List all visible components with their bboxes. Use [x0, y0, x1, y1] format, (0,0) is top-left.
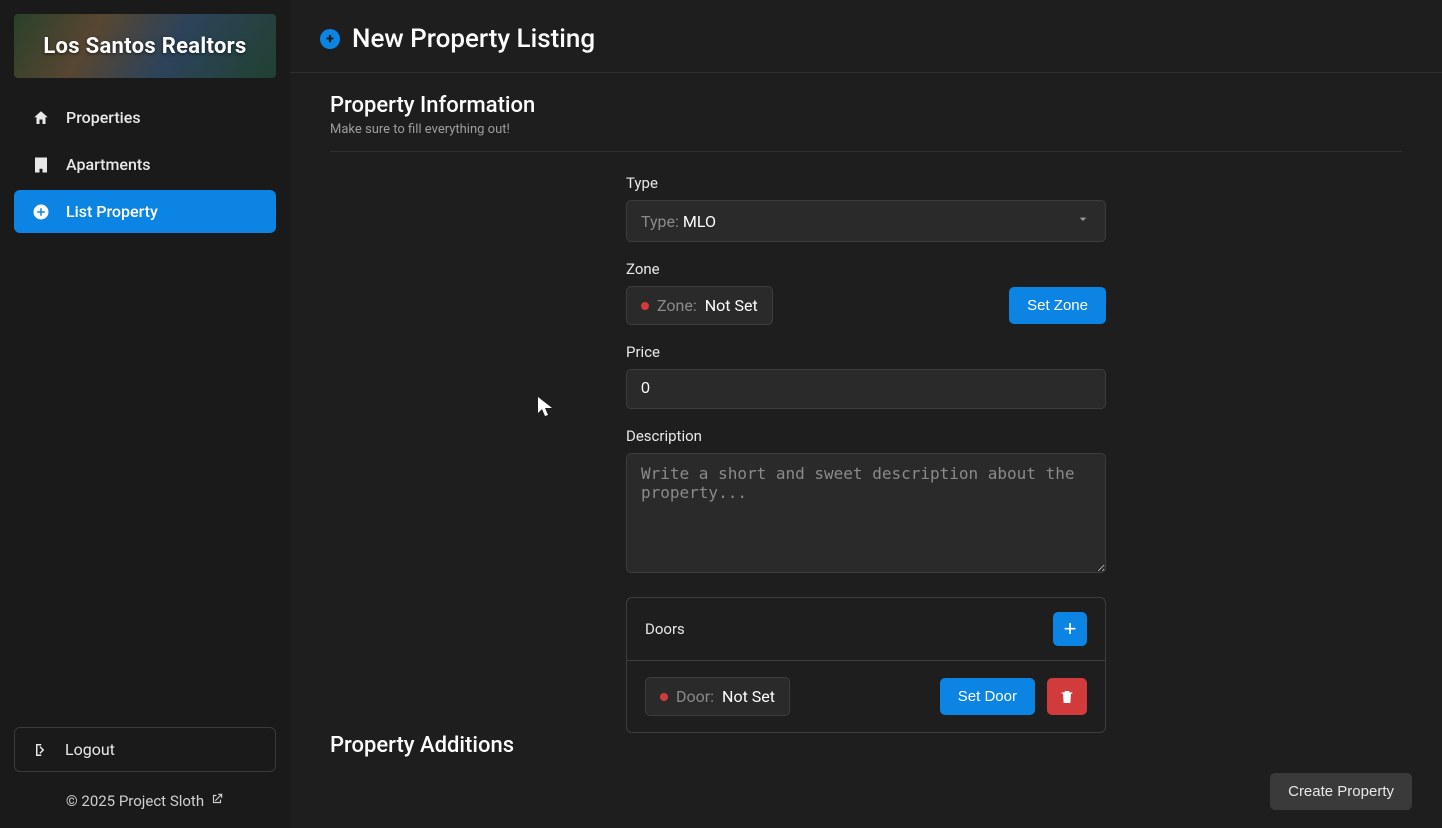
doors-header: Doors +	[627, 598, 1105, 661]
door-value: Not Set	[722, 687, 775, 706]
doors-label: Doors	[645, 620, 685, 638]
logout-icon	[33, 741, 51, 759]
sidebar: Los Santos Realtors Properties Apartment…	[0, 0, 290, 828]
zone-prefix: Zone:	[657, 296, 697, 315]
type-select[interactable]: Type: MLO	[626, 200, 1106, 242]
description-label: Description	[626, 427, 1106, 445]
nav-item-apartments[interactable]: Apartments	[14, 143, 276, 186]
create-property-button[interactable]: Create Property	[1270, 773, 1412, 810]
doors-box: Doors + Door: Not Set Set Door	[626, 597, 1106, 733]
logout-button[interactable]: Logout	[14, 727, 276, 772]
nav-label: Properties	[66, 108, 141, 127]
footer: © 2025 Project Sloth	[14, 786, 276, 814]
page-title: New Property Listing	[352, 24, 595, 54]
brand-banner: Los Santos Realtors	[14, 14, 276, 78]
section-title: Property Additions	[330, 733, 1402, 758]
main: + New Property Listing Property Informat…	[290, 0, 1442, 828]
scroll-area[interactable]: Property Information Make sure to fill e…	[290, 73, 1442, 759]
nav-item-properties[interactable]: Properties	[14, 96, 276, 139]
set-door-button[interactable]: Set Door	[940, 678, 1035, 715]
door-tag: Door: Not Set	[645, 677, 790, 716]
logout-label: Logout	[65, 740, 115, 759]
nav-label: List Property	[66, 202, 158, 221]
type-label: Type	[626, 174, 1106, 192]
section-property-info: Property Information Make sure to fill e…	[330, 93, 1402, 152]
plus-circle-icon: +	[320, 29, 340, 49]
door-prefix: Door:	[676, 687, 714, 706]
page-footer: Create Property	[290, 759, 1442, 828]
trash-icon	[1059, 689, 1075, 705]
building-icon	[32, 156, 50, 174]
section-property-additions: Property Additions The fields below are …	[330, 733, 1402, 759]
external-link-icon[interactable]	[210, 792, 224, 810]
field-description: Description	[626, 427, 1106, 577]
home-icon	[32, 109, 50, 127]
delete-door-button[interactable]	[1047, 678, 1087, 715]
nav: Properties Apartments List Property	[14, 96, 276, 233]
footer-text: © 2025 Project Sloth	[66, 792, 204, 810]
zone-value: Not Set	[705, 296, 758, 315]
section-title: Property Information	[330, 93, 1402, 118]
type-prefix: Type:	[641, 212, 679, 231]
zone-tag: Zone: Not Set	[626, 286, 773, 325]
section-subtitle: Make sure to fill everything out!	[330, 122, 1402, 137]
form: Type Type: MLO Zone Zone:	[626, 174, 1106, 733]
door-row: Door: Not Set Set Door	[627, 661, 1105, 732]
price-label: Price	[626, 343, 1106, 361]
field-zone: Zone Zone: Not Set Set Zone	[626, 260, 1106, 325]
zone-label: Zone	[626, 260, 1106, 278]
field-price: Price	[626, 343, 1106, 409]
set-zone-button[interactable]: Set Zone	[1009, 287, 1106, 324]
brand-title: Los Santos Realtors	[43, 34, 246, 59]
field-type: Type Type: MLO	[626, 174, 1106, 242]
price-input[interactable]	[626, 369, 1106, 409]
page-header: + New Property Listing	[290, 0, 1442, 73]
type-value: MLO	[683, 212, 716, 231]
plus-circle-icon	[32, 203, 50, 221]
add-door-button[interactable]: +	[1053, 612, 1087, 646]
description-textarea[interactable]	[626, 453, 1106, 573]
status-dot-icon	[660, 693, 668, 701]
nav-label: Apartments	[66, 155, 150, 174]
nav-item-list-property[interactable]: List Property	[14, 190, 276, 233]
status-dot-icon	[641, 302, 649, 310]
chevron-down-icon	[1075, 211, 1091, 231]
